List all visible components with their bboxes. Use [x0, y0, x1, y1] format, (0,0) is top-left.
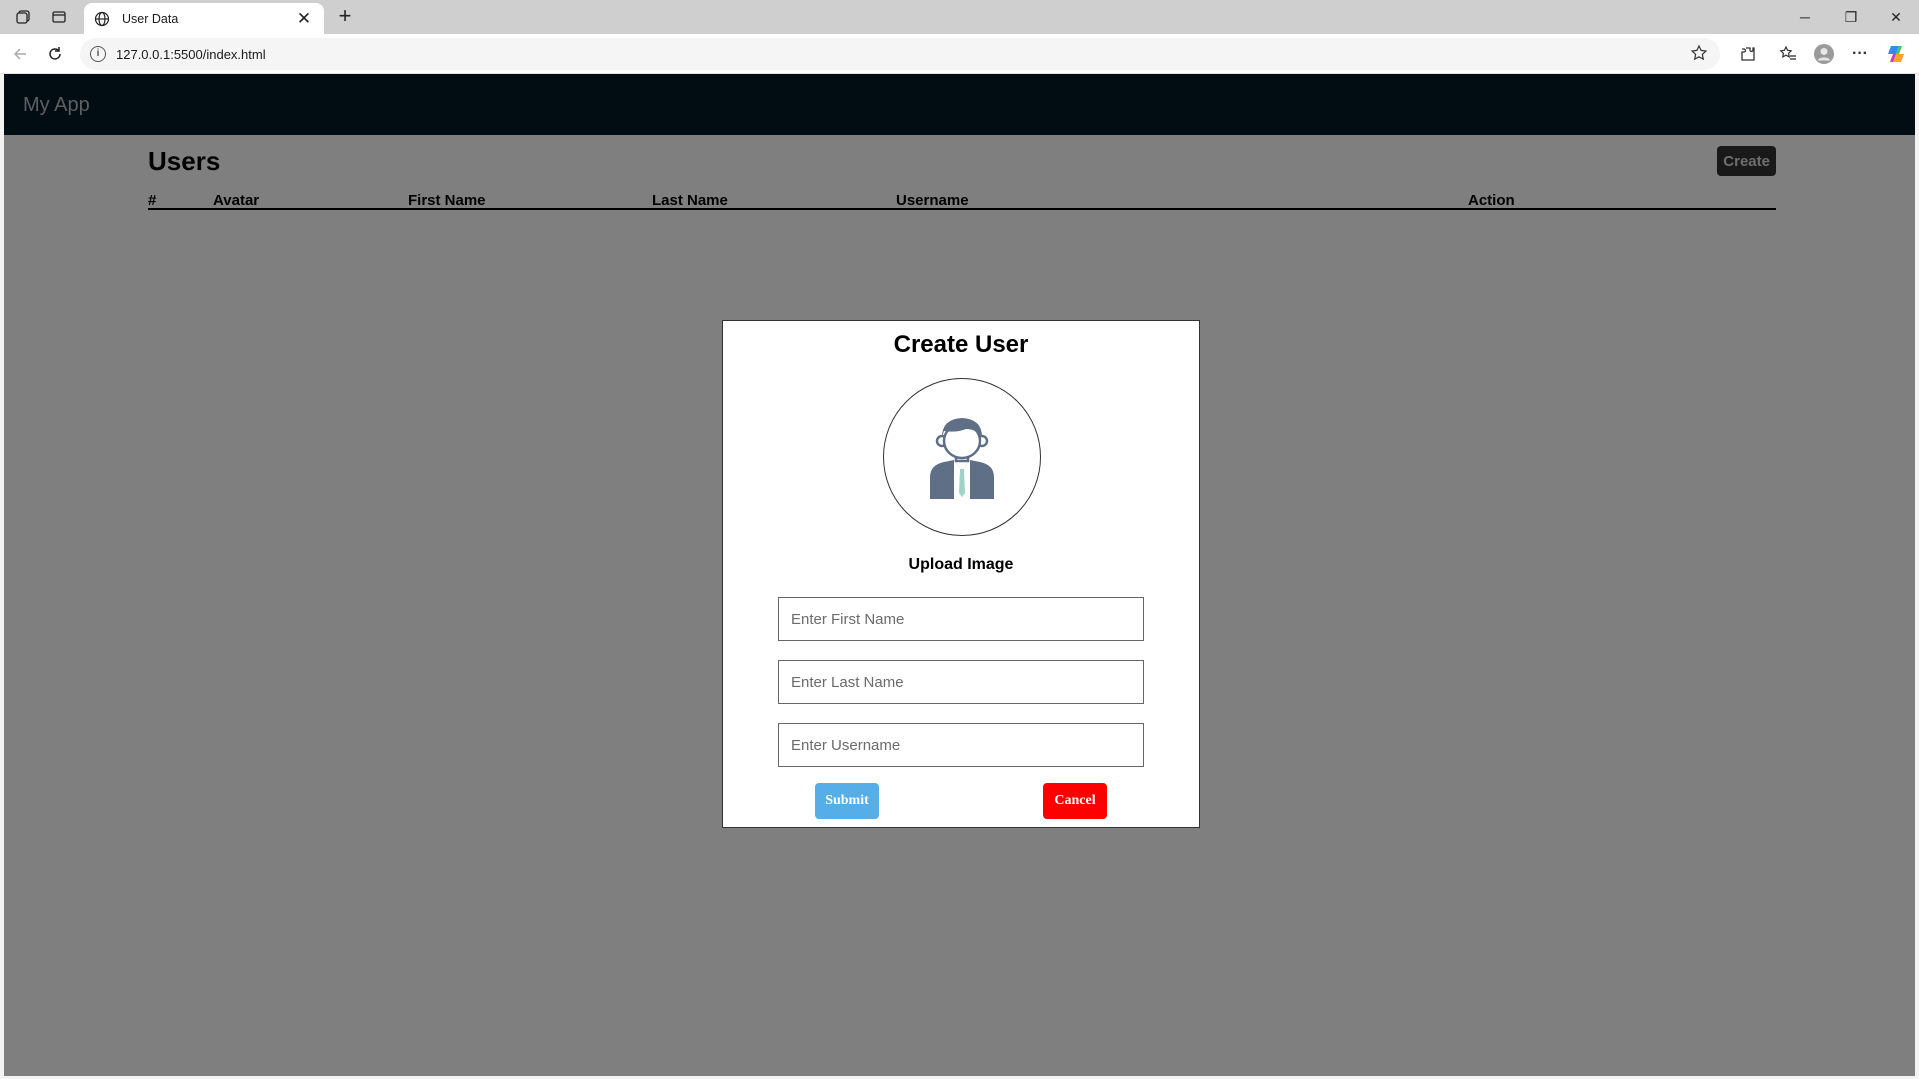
browser-titlebar: User Data ✕ + ─ ❐ ✕ [0, 0, 1919, 34]
address-bar[interactable]: i 127.0.0.1:5500/index.html [80, 38, 1720, 70]
new-tab-button[interactable]: + [332, 5, 358, 29]
globe-icon [94, 10, 112, 28]
user-avatar-icon [930, 418, 994, 499]
workspaces-icon[interactable] [12, 6, 34, 28]
back-arrow-icon[interactable] [8, 42, 32, 66]
more-menu-icon[interactable]: ··· [1848, 42, 1872, 66]
copilot-icon[interactable] [1884, 42, 1908, 66]
username-field[interactable] [778, 723, 1144, 767]
tab-actions-icon[interactable] [48, 6, 70, 28]
avatar-upload[interactable] [883, 378, 1041, 536]
page-viewport: My App Users Create # Avatar First Name … [4, 74, 1915, 1076]
browser-toolbar: i 127.0.0.1:5500/index.html ··· [0, 34, 1919, 74]
submit-button[interactable]: Submit [815, 783, 879, 819]
create-user-modal: Create User Upload Image Enter First Nam… [722, 320, 1200, 828]
favorites-icon[interactable] [1776, 42, 1800, 66]
upload-image-label[interactable]: Upload Image [723, 556, 1199, 574]
tab-close-icon[interactable]: ✕ [294, 9, 314, 28]
url-text: 127.0.0.1:5500/index.html [116, 46, 266, 62]
close-window-button[interactable]: ✕ [1874, 4, 1918, 30]
restore-button[interactable]: ❐ [1829, 4, 1873, 30]
refresh-icon[interactable] [43, 42, 67, 66]
tab-title: User Data [122, 11, 179, 26]
minimize-button[interactable]: ─ [1783, 4, 1827, 30]
browser-tab[interactable]: User Data ✕ [84, 3, 324, 34]
extensions-icon[interactable] [1736, 42, 1760, 66]
profile-icon[interactable] [1812, 42, 1836, 66]
last-name-field[interactable] [778, 660, 1144, 704]
first-name-field[interactable] [778, 597, 1144, 641]
modal-title: Create User [893, 331, 1029, 358]
site-info-icon[interactable]: i [90, 46, 106, 62]
favorite-star-icon[interactable] [1690, 44, 1708, 67]
cancel-button[interactable]: Cancel [1043, 783, 1107, 819]
